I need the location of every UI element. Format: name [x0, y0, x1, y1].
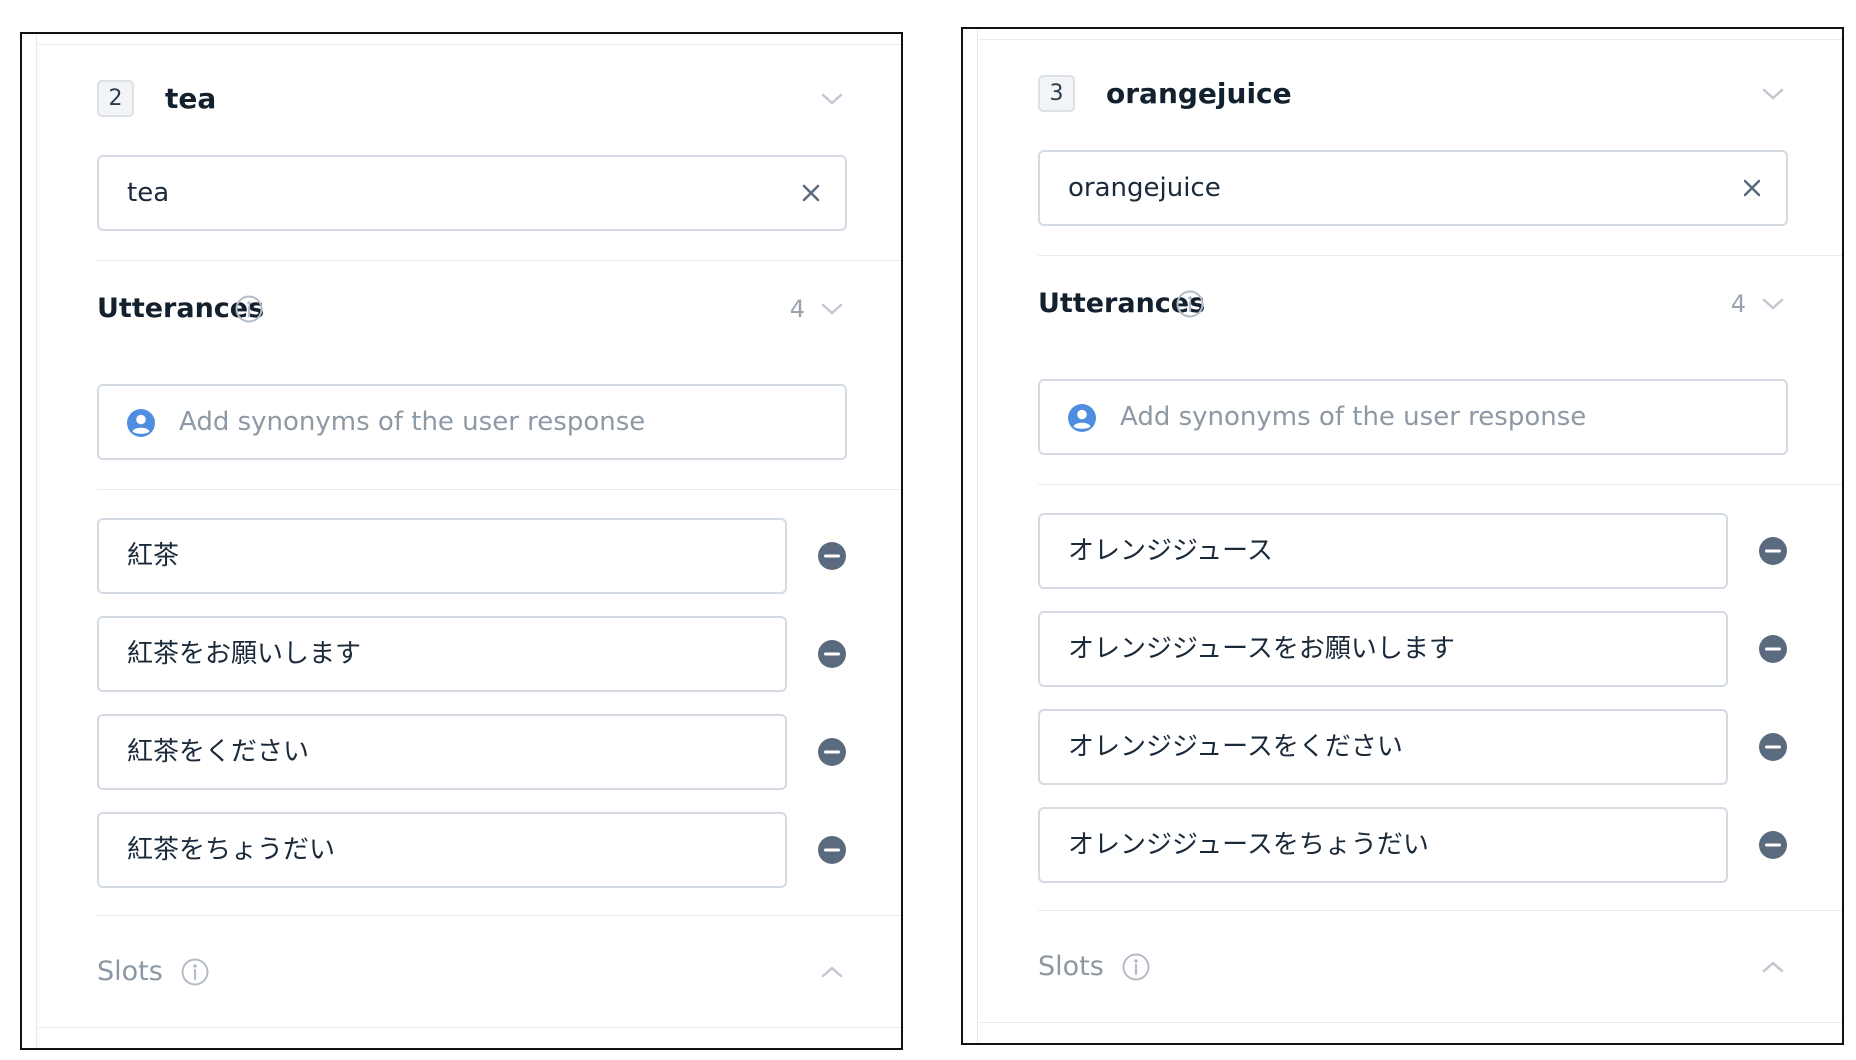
utterance-row: 紅茶	[97, 518, 847, 594]
add-synonym-input[interactable]: Add synonyms of the user response	[97, 384, 847, 460]
utterance-text[interactable]: 紅茶をお願いします	[127, 618, 361, 690]
panel-top-divider	[37, 44, 901, 45]
chevron-down-icon	[821, 93, 843, 105]
section-divider	[97, 260, 901, 261]
expand-slots-button[interactable]	[1758, 952, 1788, 982]
remove-utterance-icon[interactable]	[817, 639, 847, 669]
clear-value-button[interactable]	[797, 179, 825, 207]
utterance-text[interactable]: オレンジジュースをください	[1068, 711, 1403, 783]
utterance-row: オレンジジュースをお願いします	[1038, 611, 1788, 687]
entity-value-header[interactable]: 3 orangejuice	[1038, 73, 1788, 115]
utterance-row: オレンジジュースをちょうだい	[1038, 807, 1788, 883]
utterances-section-header[interactable]: Utterances 4	[97, 289, 847, 329]
user-icon	[127, 409, 155, 437]
chevron-down-icon	[821, 303, 843, 315]
add-synonym-placeholder: Add synonyms of the user response	[1120, 402, 1587, 432]
remove-utterance-icon[interactable]	[817, 541, 847, 571]
remove-utterance-icon[interactable]	[1758, 634, 1788, 664]
utterance-text[interactable]: オレンジジュース	[1068, 515, 1273, 587]
collapse-utterances-button[interactable]	[1758, 289, 1788, 319]
entity-value-input[interactable]: tea	[97, 155, 847, 231]
collapse-value-button[interactable]	[1758, 79, 1788, 109]
entity-value-name: orangejuice	[1106, 77, 1292, 110]
entity-value-name: tea	[165, 82, 217, 115]
utterance-field[interactable]: 紅茶	[97, 518, 787, 594]
panel-top-divider	[978, 39, 1842, 40]
utterance-row: オレンジジュース	[1038, 513, 1788, 589]
utterance-field[interactable]: オレンジジュースをお願いします	[1038, 611, 1728, 687]
chevron-up-icon	[1762, 961, 1784, 973]
panel-gutter-line	[36, 34, 37, 1048]
info-icon[interactable]	[180, 957, 210, 987]
chevron-down-icon	[1762, 298, 1784, 310]
utterances-count: 4	[1730, 290, 1746, 318]
panel-bottom-divider	[37, 1027, 901, 1028]
collapse-utterances-button[interactable]	[817, 294, 847, 324]
utterances-count: 4	[789, 295, 805, 323]
close-icon	[1743, 179, 1761, 197]
utterance-row: 紅茶をちょうだい	[97, 812, 847, 888]
utterance-field[interactable]: 紅茶をちょうだい	[97, 812, 787, 888]
entity-value-panel-tea: 2 tea tea Utterances 4 Add synonyms of t…	[20, 32, 903, 1050]
utterance-field[interactable]: オレンジジュース	[1038, 513, 1728, 589]
section-divider	[97, 489, 901, 490]
utterance-text[interactable]: 紅茶をちょうだい	[127, 814, 335, 886]
slots-title: Slots	[97, 956, 163, 987]
slots-section-header[interactable]: Slots	[1038, 947, 1788, 987]
clear-value-button[interactable]	[1738, 174, 1766, 202]
panel-bottom-divider	[978, 1022, 1842, 1023]
entity-value-header[interactable]: 2 tea	[97, 78, 847, 120]
index-badge: 3	[1038, 75, 1075, 112]
remove-utterance-icon[interactable]	[817, 835, 847, 865]
close-icon	[802, 184, 820, 202]
info-icon[interactable]	[1175, 289, 1205, 319]
entity-value-panel-orangejuice: 3 orangejuice orangejuice Utterances 4 A…	[961, 27, 1844, 1045]
section-divider	[1038, 484, 1842, 485]
collapse-value-button[interactable]	[817, 84, 847, 114]
entity-value-input[interactable]: orangejuice	[1038, 150, 1788, 226]
utterance-field[interactable]: 紅茶をください	[97, 714, 787, 790]
remove-utterance-icon[interactable]	[817, 737, 847, 767]
utterance-field[interactable]: オレンジジュースをください	[1038, 709, 1728, 785]
panel-gutter-line	[977, 29, 978, 1043]
add-synonym-input[interactable]: Add synonyms of the user response	[1038, 379, 1788, 455]
remove-utterance-icon[interactable]	[1758, 830, 1788, 860]
utterance-text[interactable]: オレンジジュースをちょうだい	[1068, 809, 1429, 881]
utterance-text[interactable]: 紅茶	[127, 520, 179, 592]
expand-slots-button[interactable]	[817, 957, 847, 987]
section-divider	[97, 915, 901, 916]
info-icon[interactable]	[234, 294, 264, 324]
add-synonym-placeholder: Add synonyms of the user response	[179, 407, 646, 437]
utterance-row: 紅茶をください	[97, 714, 847, 790]
entity-value-text[interactable]: orangejuice	[1068, 152, 1221, 224]
chevron-down-icon	[1762, 88, 1784, 100]
utterances-section-header[interactable]: Utterances 4	[1038, 284, 1788, 324]
utterance-text[interactable]: オレンジジュースをお願いします	[1068, 613, 1455, 685]
utterance-field[interactable]: 紅茶をお願いします	[97, 616, 787, 692]
user-icon	[1068, 404, 1096, 432]
chevron-up-icon	[821, 966, 843, 978]
remove-utterance-icon[interactable]	[1758, 536, 1788, 566]
section-divider	[1038, 255, 1842, 256]
utterance-text[interactable]: 紅茶をください	[127, 716, 309, 788]
remove-utterance-icon[interactable]	[1758, 732, 1788, 762]
index-badge: 2	[97, 80, 134, 117]
entity-value-text[interactable]: tea	[127, 157, 169, 229]
section-divider	[1038, 910, 1842, 911]
utterance-row: オレンジジュースをください	[1038, 709, 1788, 785]
slots-title: Slots	[1038, 951, 1104, 982]
slots-section-header[interactable]: Slots	[97, 952, 847, 992]
utterance-field[interactable]: オレンジジュースをちょうだい	[1038, 807, 1728, 883]
utterance-row: 紅茶をお願いします	[97, 616, 847, 692]
info-icon[interactable]	[1121, 952, 1151, 982]
